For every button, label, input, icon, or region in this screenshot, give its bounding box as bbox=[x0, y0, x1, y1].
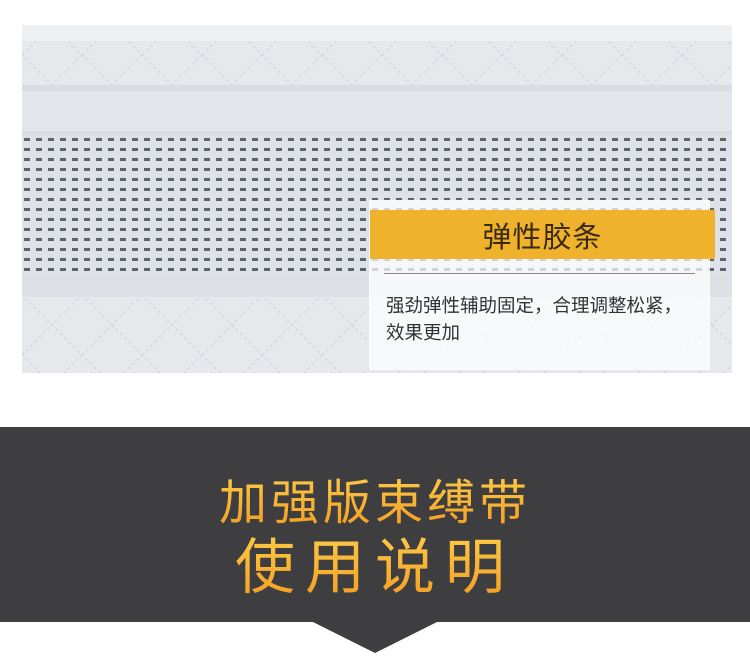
callout-title-bar: 弹性胶条 bbox=[370, 210, 715, 259]
product-photo: 弹性胶条 强劲弹性辅助固定，合理调整松紧，效果更加 bbox=[22, 25, 732, 373]
callout-divider bbox=[384, 273, 695, 274]
callout-description: 强劲弹性辅助固定，合理调整松紧，效果更加 bbox=[386, 296, 683, 344]
down-triangle-icon bbox=[311, 621, 439, 653]
instructions-banner: 加强版束缚带 使用说明 bbox=[0, 427, 750, 622]
banner-title-line2: 使用说明 bbox=[0, 519, 750, 606]
feature-callout: 弹性胶条 强劲弹性辅助固定，合理调整松紧，效果更加 bbox=[369, 200, 715, 370]
callout-title: 弹性胶条 bbox=[482, 219, 603, 254]
